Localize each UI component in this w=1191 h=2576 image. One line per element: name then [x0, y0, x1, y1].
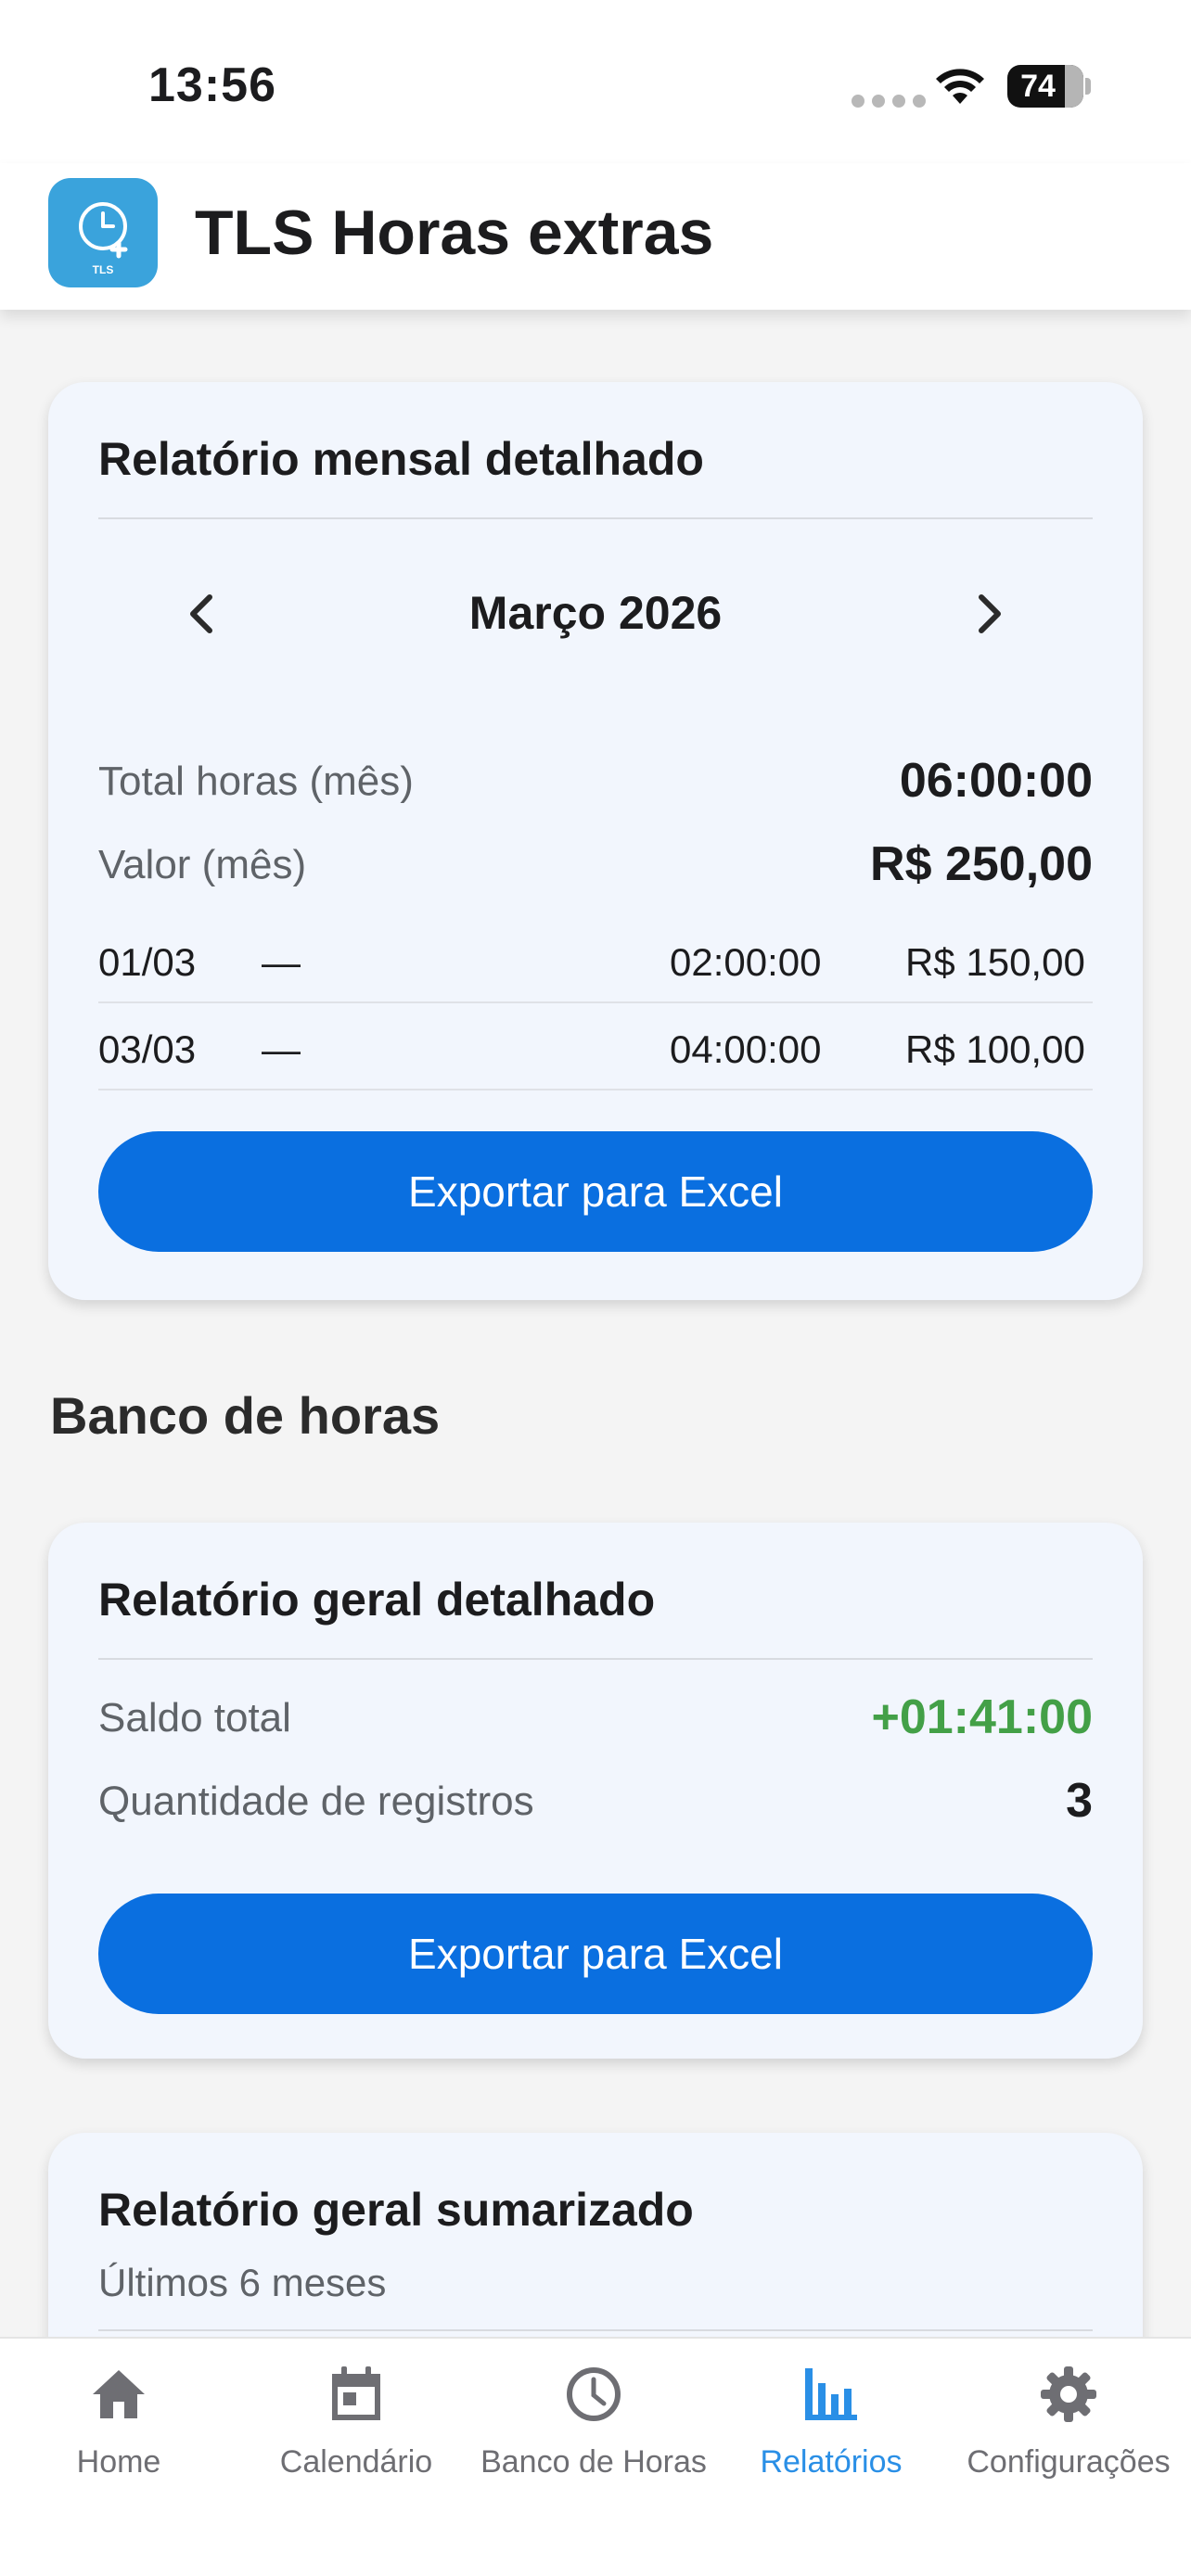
section-title: Banco de horas [50, 1386, 441, 1445]
general-report-card: Relatório geral detalhado Saldo total +0… [48, 1523, 1143, 2059]
app-title: TLS Horas extras [195, 198, 714, 268]
clock-plus-icon: TLS [79, 202, 128, 276]
bar-chart-icon [805, 2368, 857, 2420]
gear-icon [1041, 2366, 1096, 2422]
tab-calendar[interactable]: Calendário [237, 2339, 475, 2496]
battery-icon: 74 [1007, 65, 1083, 108]
tab-reports[interactable]: Relatórios [712, 2339, 950, 2496]
battery-level: 74 [1020, 69, 1056, 104]
records-value: 3 [1066, 1774, 1093, 1828]
month-value-amount: R$ 250,00 [870, 837, 1093, 891]
clock-icon [567, 2367, 621, 2421]
logo-text: TLS [93, 263, 114, 276]
month-navigator: Março 2026 [48, 558, 1143, 670]
list-item: 01/03 — 02:00:00 R$ 150,00 [98, 918, 1093, 1003]
app-logo: TLS [48, 178, 158, 287]
tab-label: Banco de Horas [480, 2444, 707, 2480]
export-monthly-excel-button[interactable]: Exportar para Excel [98, 1131, 1093, 1252]
tab-home[interactable]: Home [0, 2339, 237, 2496]
entry-dash: — [262, 940, 301, 984]
month-value-label: Valor (mês) [98, 842, 307, 887]
balance-value: +01:41:00 [871, 1690, 1093, 1744]
tab-label: Home [76, 2444, 161, 2480]
total-hours-label: Total horas (mês) [98, 759, 414, 804]
home-icon [93, 2370, 145, 2418]
tab-settings[interactable]: Configurações [950, 2339, 1191, 2496]
entry-dash: — [262, 1027, 301, 1071]
divider [98, 1658, 1093, 1660]
next-month-button[interactable] [961, 586, 1017, 642]
wifi-icon [936, 69, 984, 104]
calendar-icon [332, 2366, 380, 2420]
entry-date: 01/03 [98, 940, 197, 984]
entry-date: 03/03 [98, 1027, 197, 1071]
entry-amount: R$ 150,00 [905, 940, 1085, 984]
tab-label: Calendário [279, 2444, 433, 2480]
summary-report-subtitle: Últimos 6 meses [98, 2261, 387, 2304]
summary-report-title: Relatório geral sumarizado [98, 2184, 694, 2236]
balance-label: Saldo total [98, 1695, 291, 1741]
tab-hour-bank[interactable]: Banco de Horas [475, 2339, 712, 2496]
cellular-signal-icon [852, 95, 926, 108]
entry-hours: 02:00:00 [670, 940, 822, 984]
entry-hours: 04:00:00 [670, 1027, 822, 1071]
monthly-report-title: Relatório mensal detalhado [98, 433, 704, 485]
total-hours-value: 06:00:00 [899, 754, 1093, 808]
divider [98, 517, 1093, 519]
divider [98, 2329, 1093, 2331]
list-item: 03/03 — 04:00:00 R$ 100,00 [98, 1005, 1093, 1090]
app-header: TLS TLS Horas extras [0, 163, 1191, 310]
monthly-report-card: Relatório mensal detalhado Março 2026 To… [48, 382, 1143, 1300]
bottom-navigation: Home Calendário Banco de Horas Relatório… [0, 2337, 1191, 2576]
tab-label: Configurações [967, 2444, 1171, 2480]
tab-label: Relatórios [760, 2444, 903, 2480]
chevron-right-icon [979, 594, 1001, 633]
general-report-title: Relatório geral detalhado [98, 1574, 656, 1626]
records-label: Quantidade de registros [98, 1779, 534, 1824]
status-bar: 13:56 74 [0, 0, 1191, 163]
status-time: 13:56 [148, 58, 276, 112]
export-general-excel-button[interactable]: Exportar para Excel [98, 1894, 1093, 2014]
entry-amount: R$ 100,00 [905, 1027, 1085, 1071]
